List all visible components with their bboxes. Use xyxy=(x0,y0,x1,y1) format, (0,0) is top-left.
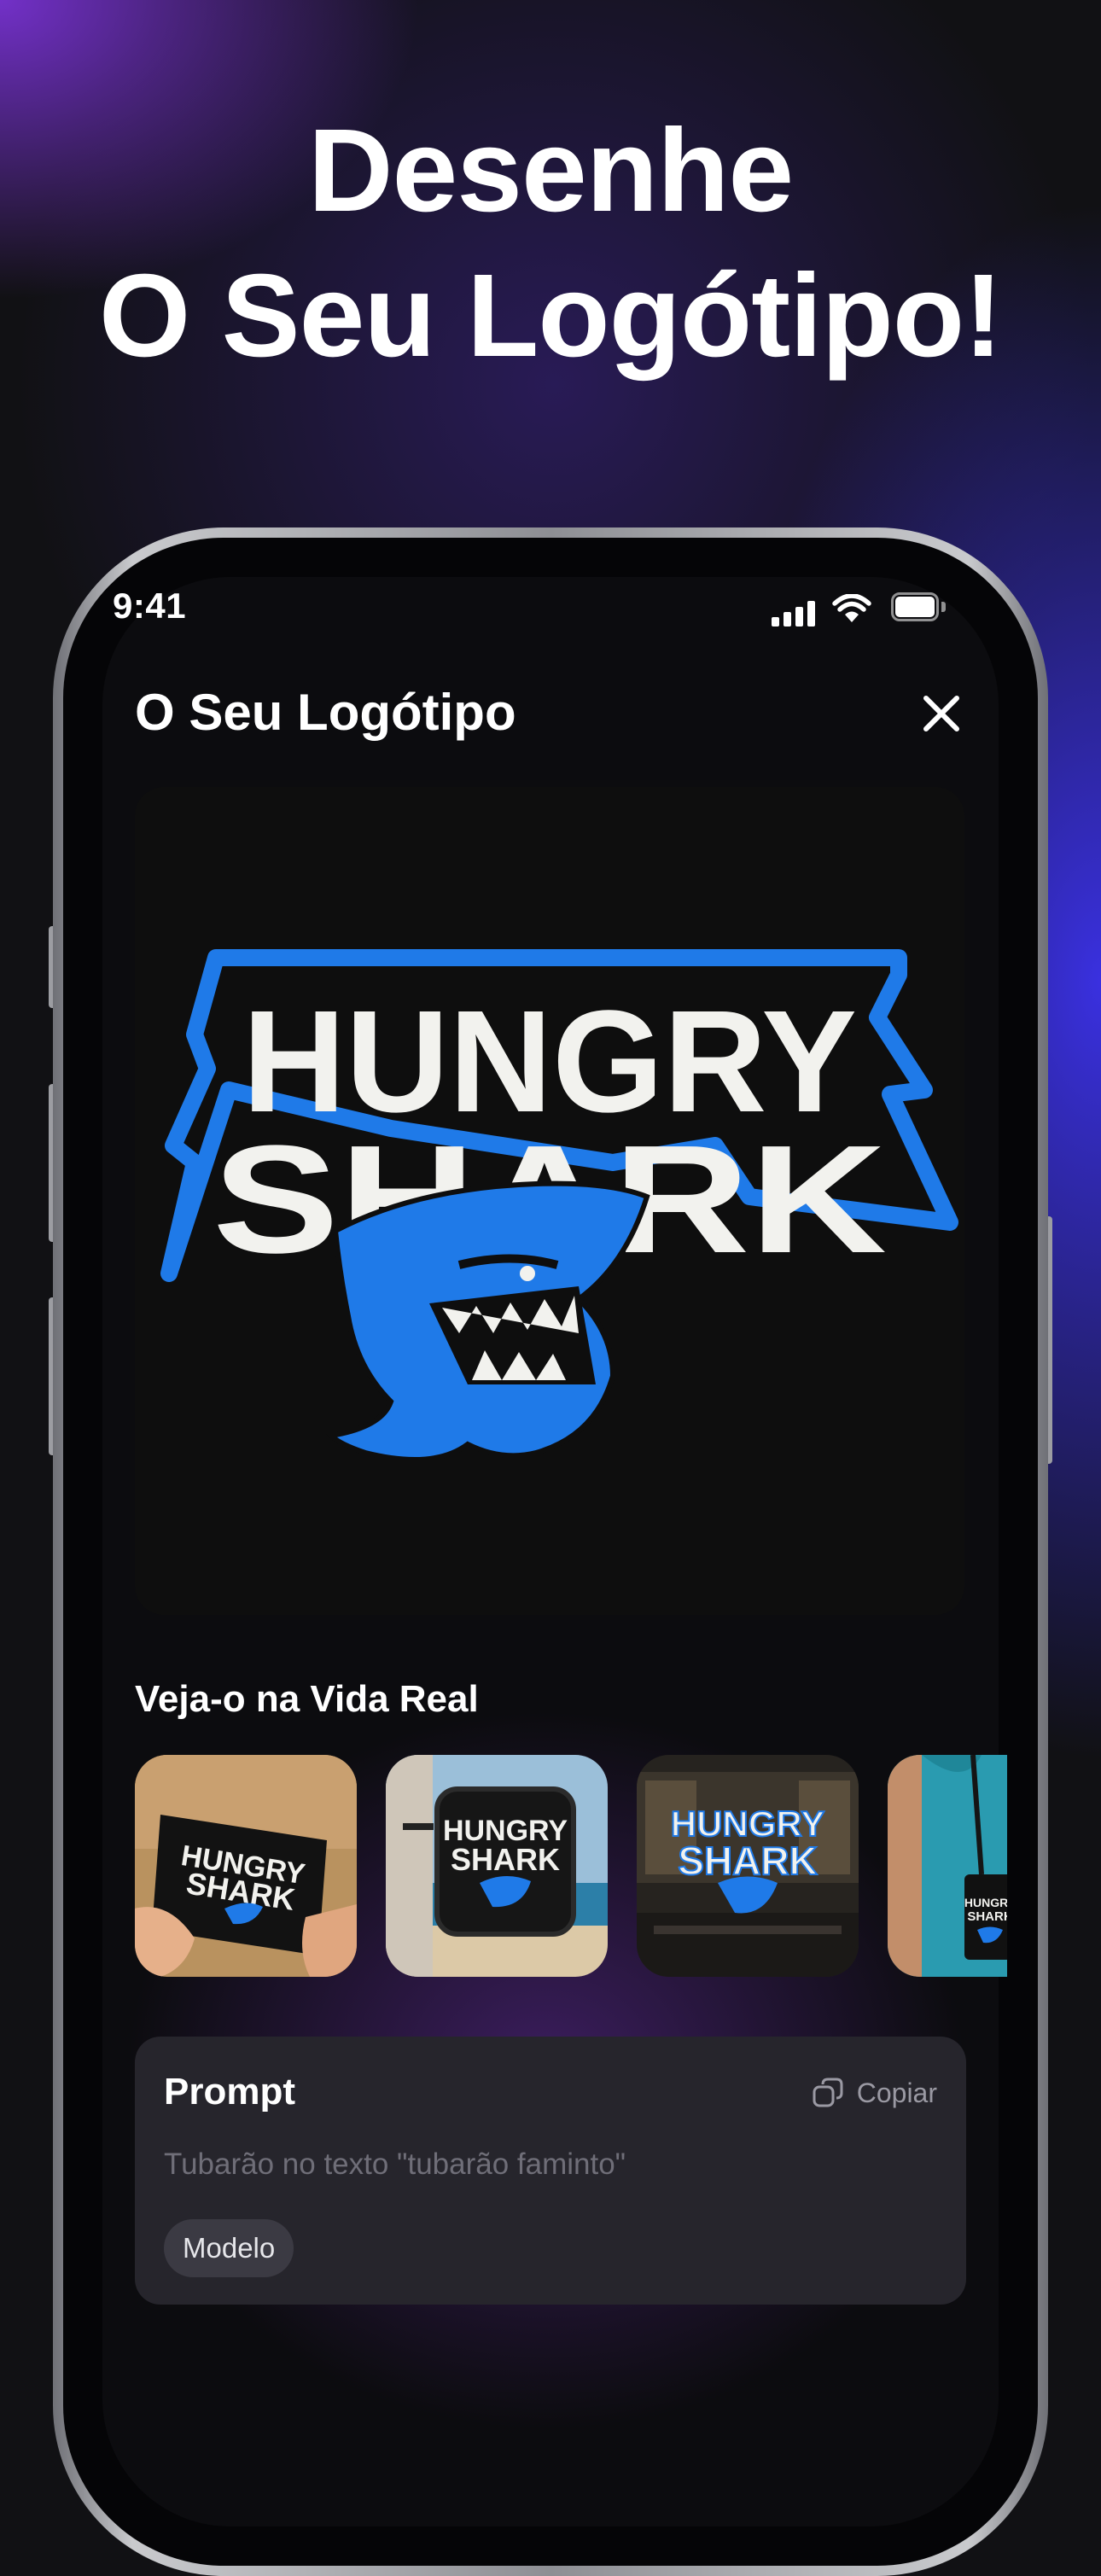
thumb-logo-line-1: HUNGRY xyxy=(671,1804,824,1844)
copy-button[interactable]: Copiar xyxy=(811,2074,937,2112)
copy-label: Copiar xyxy=(856,2077,937,2108)
real-life-thumbnails: HUNGRY SHARK HUNGRY SHARK HUNGRY SHARK H… xyxy=(135,1755,1007,1979)
cellular-signal-icon xyxy=(772,601,816,627)
prompt-card: Prompt Copiar Tubarão no texto "tubarão … xyxy=(135,2037,966,2305)
thumb-logo-line-2: SHARK xyxy=(451,1842,560,1877)
headline-line-1: Desenhe xyxy=(307,105,794,236)
status-time: 9:41 xyxy=(113,586,187,626)
thumbnail-lanyard-badge[interactable]: HUNGRY SHARK xyxy=(888,1755,1007,1977)
screen-title: O Seu Logótipo xyxy=(135,684,516,741)
thumbnail-office-wall[interactable]: HUNGRY SHARK xyxy=(637,1755,859,1977)
logo-preview: HUNGRY SHARK xyxy=(135,787,964,1615)
shark-icon xyxy=(325,1180,650,1462)
close-icon[interactable] xyxy=(916,688,967,739)
prompt-text: Tubarão no texto "tubarão faminto" xyxy=(164,2148,626,2181)
wifi-icon xyxy=(832,594,871,622)
thumbnail-business-card[interactable]: HUNGRY SHARK xyxy=(135,1755,357,1977)
thumb-logo-line-2: SHARK xyxy=(967,1909,1007,1924)
shark-logo: HUNGRY SHARK xyxy=(160,949,958,1462)
copy-icon xyxy=(813,2078,843,2107)
battery-icon xyxy=(891,592,947,623)
headline-line-2: O Seu Logótipo! xyxy=(98,250,1003,382)
thumb-logo-line-2: SHARK xyxy=(678,1839,818,1883)
section-title-real-life: Veja-o na Vida Real xyxy=(135,1678,479,1720)
thumb-logo-line-1: HUNGRY xyxy=(964,1896,1007,1909)
model-chip[interactable]: Modelo xyxy=(164,2219,294,2277)
thumbnail-store-sign[interactable]: HUNGRY SHARK xyxy=(386,1755,608,1977)
headline: Desenhe O Seu Logótipo! xyxy=(0,98,1101,388)
prompt-title: Prompt xyxy=(164,2071,295,2113)
